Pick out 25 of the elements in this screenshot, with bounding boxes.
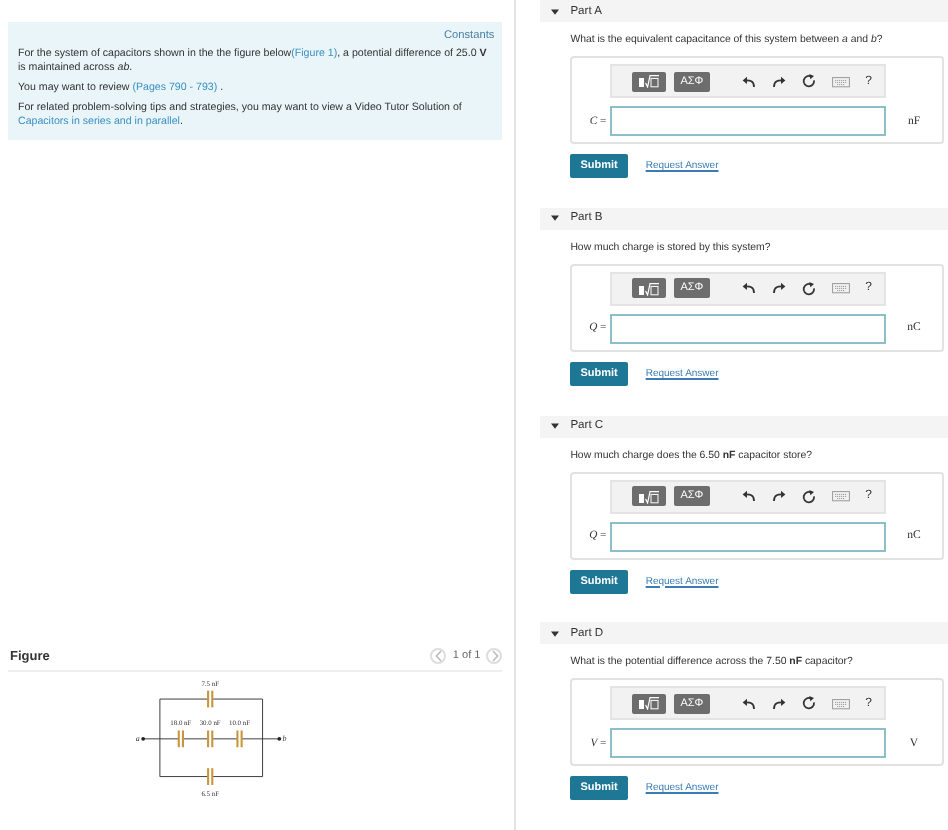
redo-icon[interactable] — [771, 75, 786, 87]
reset-icon[interactable] — [801, 281, 816, 296]
undo-icon[interactable] — [741, 697, 756, 710]
redo-icon[interactable] — [771, 490, 786, 502]
redo-icon[interactable] — [771, 697, 786, 710]
answer-field[interactable] — [610, 313, 886, 344]
caret-icon — [550, 214, 561, 223]
undo-icon[interactable] — [741, 490, 756, 502]
reset-icon[interactable] — [801, 696, 816, 711]
reset-icon[interactable] — [801, 74, 816, 88]
template-button[interactable] — [632, 693, 667, 714]
circuit-drawing — [140, 690, 281, 785]
reset-icon[interactable] — [801, 489, 816, 503]
answer-field[interactable] — [610, 728, 886, 759]
answer-field[interactable] — [610, 521, 886, 551]
caret-icon — [550, 422, 561, 430]
template-button[interactable] — [632, 71, 667, 91]
template-button[interactable] — [632, 486, 667, 506]
caret-icon — [550, 7, 561, 15]
answer-field[interactable] — [610, 106, 886, 136]
template-button[interactable] — [632, 278, 667, 299]
undo-icon[interactable] — [741, 282, 756, 295]
undo-icon[interactable] — [741, 75, 756, 87]
redo-icon[interactable] — [771, 282, 786, 295]
caret-icon — [550, 629, 561, 638]
